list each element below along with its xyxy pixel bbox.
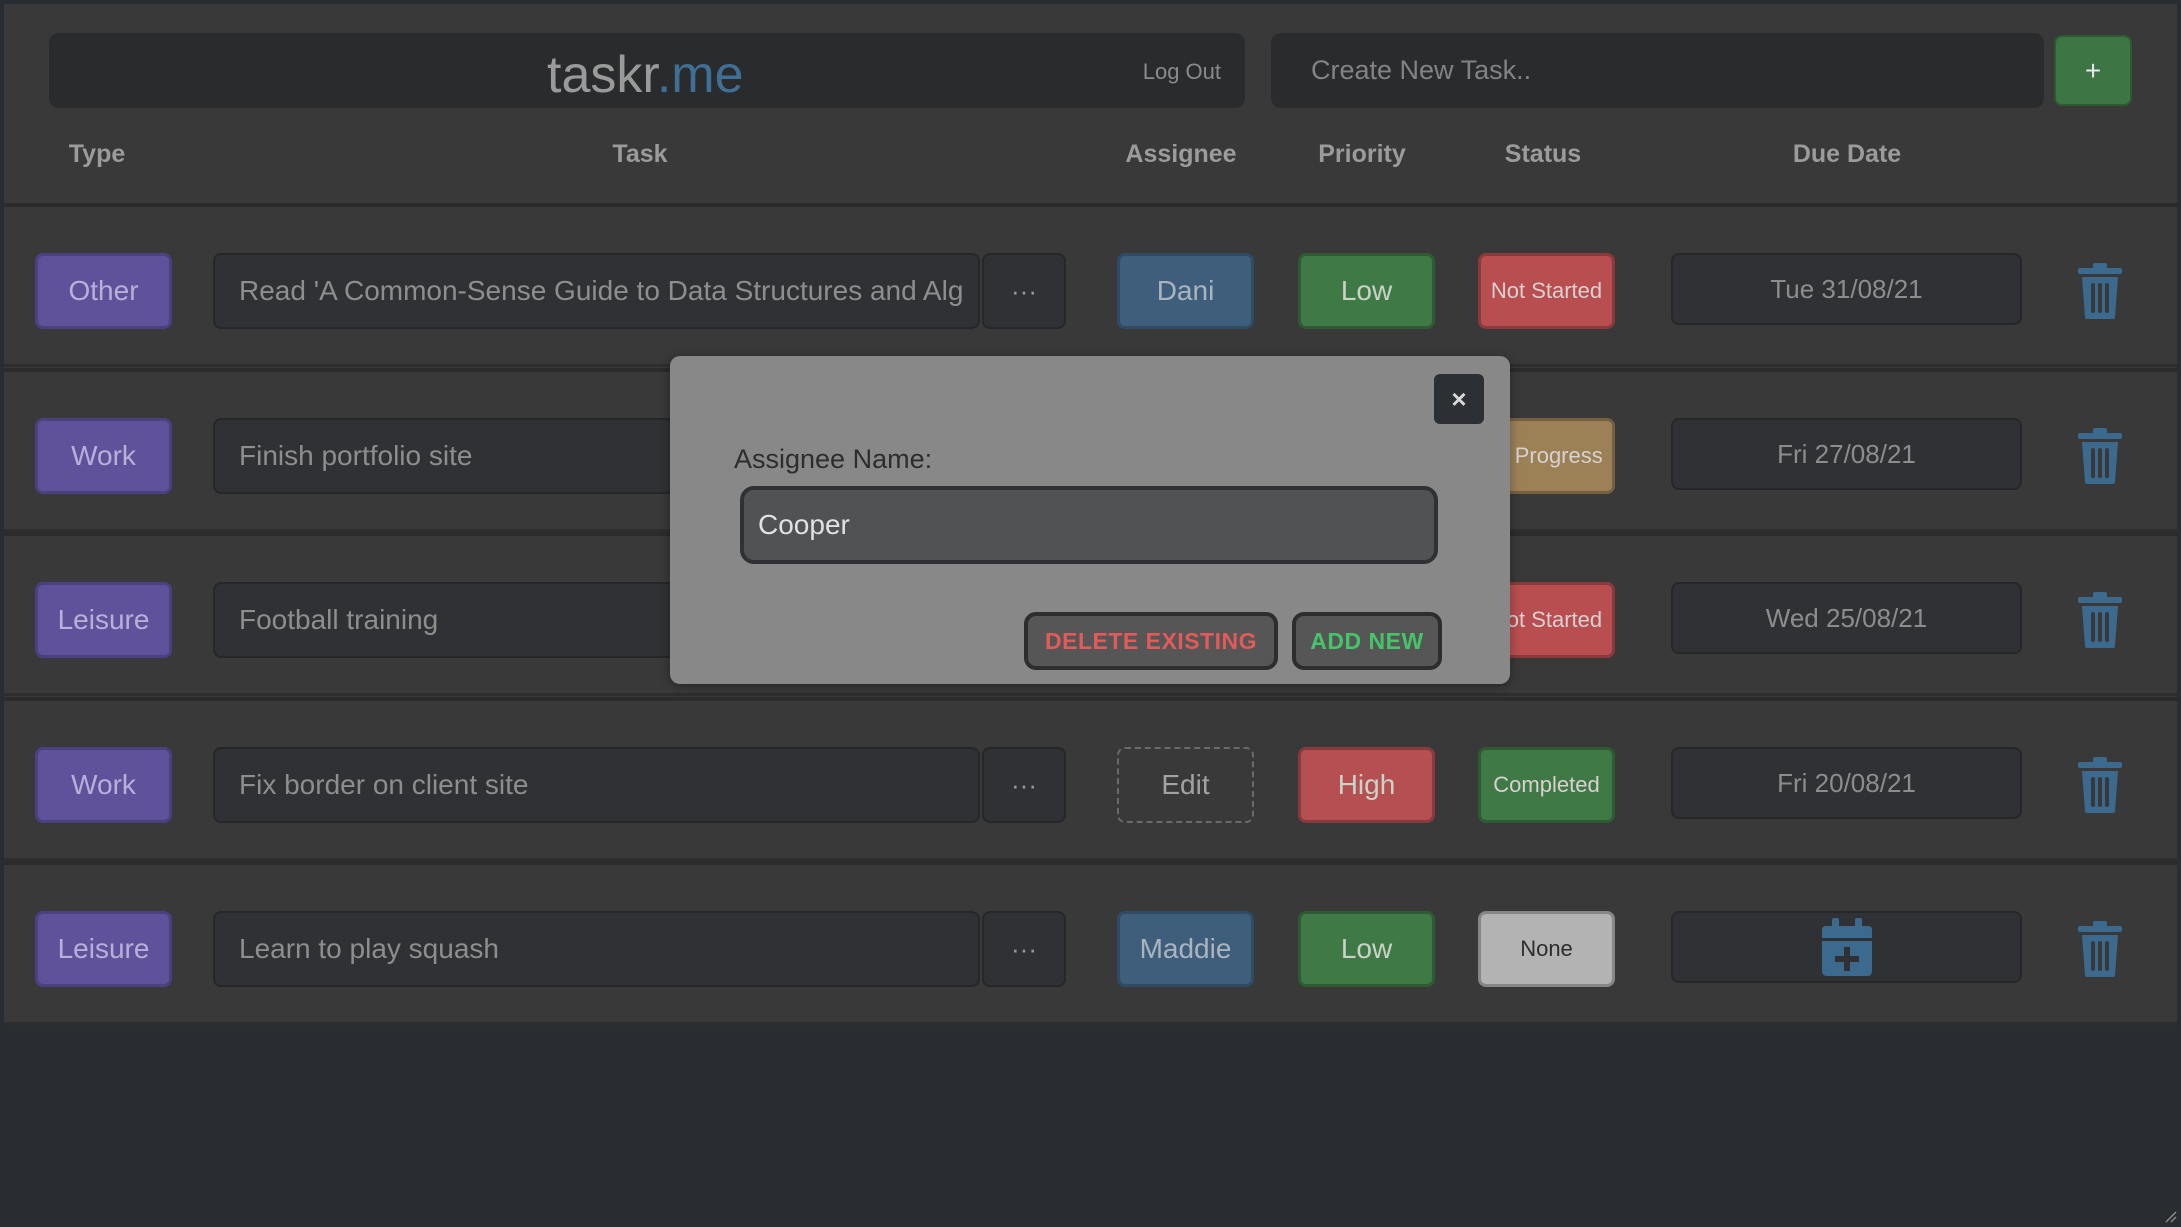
add-new-button[interactable]: ADD NEW [1292,612,1442,670]
assignee-name-input[interactable] [740,486,1438,564]
modal-overlay: × Assignee Name: DELETE EXISTING ADD NEW [0,0,2181,1227]
resize-handle-icon[interactable] [2161,1207,2177,1223]
assignee-modal: × Assignee Name: DELETE EXISTING ADD NEW [670,356,1510,684]
delete-existing-button[interactable]: DELETE EXISTING [1024,612,1278,670]
assignee-name-label: Assignee Name: [734,444,933,474]
close-icon[interactable]: × [1434,374,1484,424]
